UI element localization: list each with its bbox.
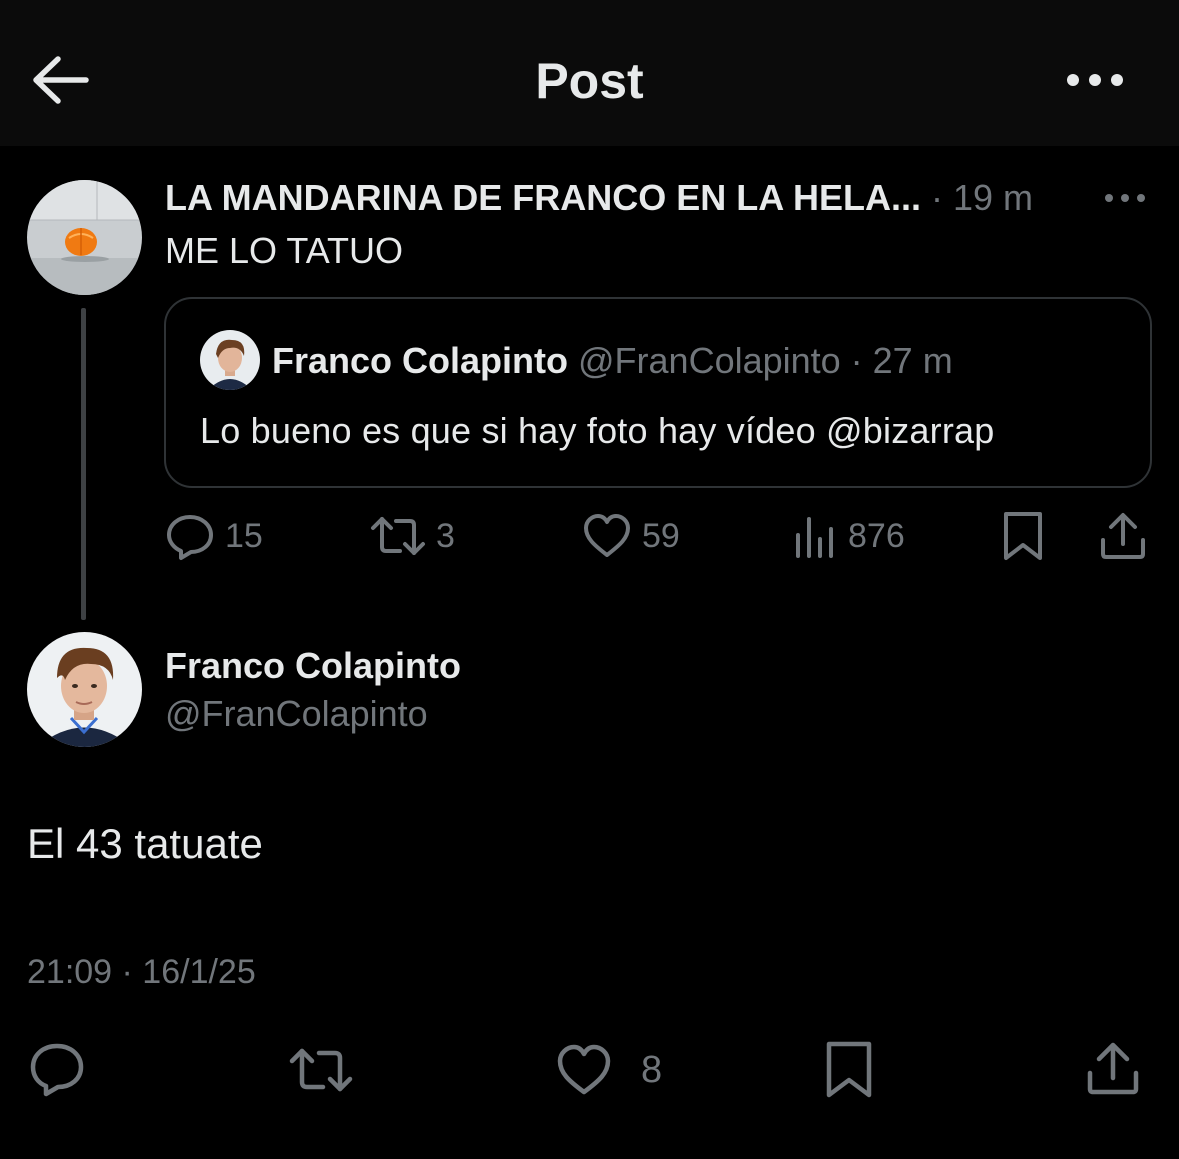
- author-name[interactable]: Franco Colapinto: [165, 644, 461, 688]
- post-text: El 43 tatuate: [27, 820, 263, 867]
- views-chart-icon: [796, 517, 833, 558]
- repost-button[interactable]: [288, 1042, 354, 1098]
- avatar[interactable]: [27, 632, 142, 747]
- like-button[interactable]: 8: [555, 1042, 662, 1098]
- bookmark-button[interactable]: [822, 1040, 876, 1100]
- views-count: 876: [848, 516, 905, 555]
- parent-post-header: LA MANDARINA DE FRANCO EN LA HELA... · 1…: [165, 176, 1085, 220]
- parent-post-text: ME LO TATUO: [165, 230, 404, 271]
- reply-icon: [30, 1043, 84, 1097]
- reply-icon: [167, 515, 213, 560]
- repost-button[interactable]: 3: [370, 510, 455, 562]
- heart-icon: [584, 514, 630, 557]
- person-avatar-image: [200, 330, 260, 390]
- quoted-post-card[interactable]: Franco Colapinto @FranColapinto · 27 m L…: [164, 297, 1152, 488]
- more-horizontal-icon: [1105, 194, 1145, 202]
- author-handle-time: @FranColapinto · 27 m: [568, 340, 953, 381]
- bookmark-icon: [1004, 512, 1042, 560]
- share-button[interactable]: [1084, 1040, 1142, 1098]
- top-bar: Post: [0, 0, 1179, 146]
- post-timestamp[interactable]: 21:09 · 16/1/25: [27, 950, 256, 994]
- post-page: Post LA MANDARINA DE FRANCO EN LA HELA..…: [0, 0, 1179, 1159]
- reply-button[interactable]: [28, 1040, 86, 1098]
- author-name[interactable]: LA MANDARINA DE FRANCO EN LA HELA...: [165, 177, 921, 218]
- more-options-button[interactable]: [1060, 62, 1130, 98]
- more-horizontal-icon: [1067, 74, 1123, 86]
- like-count: 8: [641, 1048, 663, 1091]
- reply-button[interactable]: 15: [165, 510, 263, 562]
- share-icon: [1087, 1042, 1139, 1095]
- author-handle[interactable]: @FranColapinto: [165, 692, 428, 736]
- repost-count: 3: [436, 516, 455, 555]
- repost-icon: [289, 1048, 353, 1092]
- heart-icon: [557, 1044, 611, 1095]
- person-avatar-image: [27, 632, 142, 747]
- share-icon: [1101, 513, 1145, 559]
- reply-count: 15: [225, 516, 263, 555]
- share-button[interactable]: [1098, 510, 1148, 562]
- bookmark-button[interactable]: [1000, 510, 1046, 562]
- quoted-post-header: Franco Colapinto @FranColapinto · 27 m: [272, 339, 953, 383]
- like-count: 59: [642, 516, 680, 555]
- quoted-post-text: Lo bueno es que si hay foto hay vídeo @b…: [200, 410, 995, 451]
- author-name[interactable]: Franco Colapinto: [272, 340, 568, 381]
- bookmark-icon: [826, 1041, 872, 1098]
- page-title: Post: [535, 53, 644, 109]
- avatar[interactable]: [27, 180, 142, 295]
- mandarin-avatar-image: [27, 180, 142, 295]
- views-button[interactable]: 876: [792, 510, 905, 562]
- thread-connector: [81, 308, 86, 620]
- repost-icon: [371, 517, 425, 555]
- like-button[interactable]: 59: [582, 510, 680, 562]
- avatar[interactable]: [200, 330, 260, 390]
- parent-more-button[interactable]: [1100, 186, 1150, 210]
- post-time: · 19 m: [920, 177, 1033, 218]
